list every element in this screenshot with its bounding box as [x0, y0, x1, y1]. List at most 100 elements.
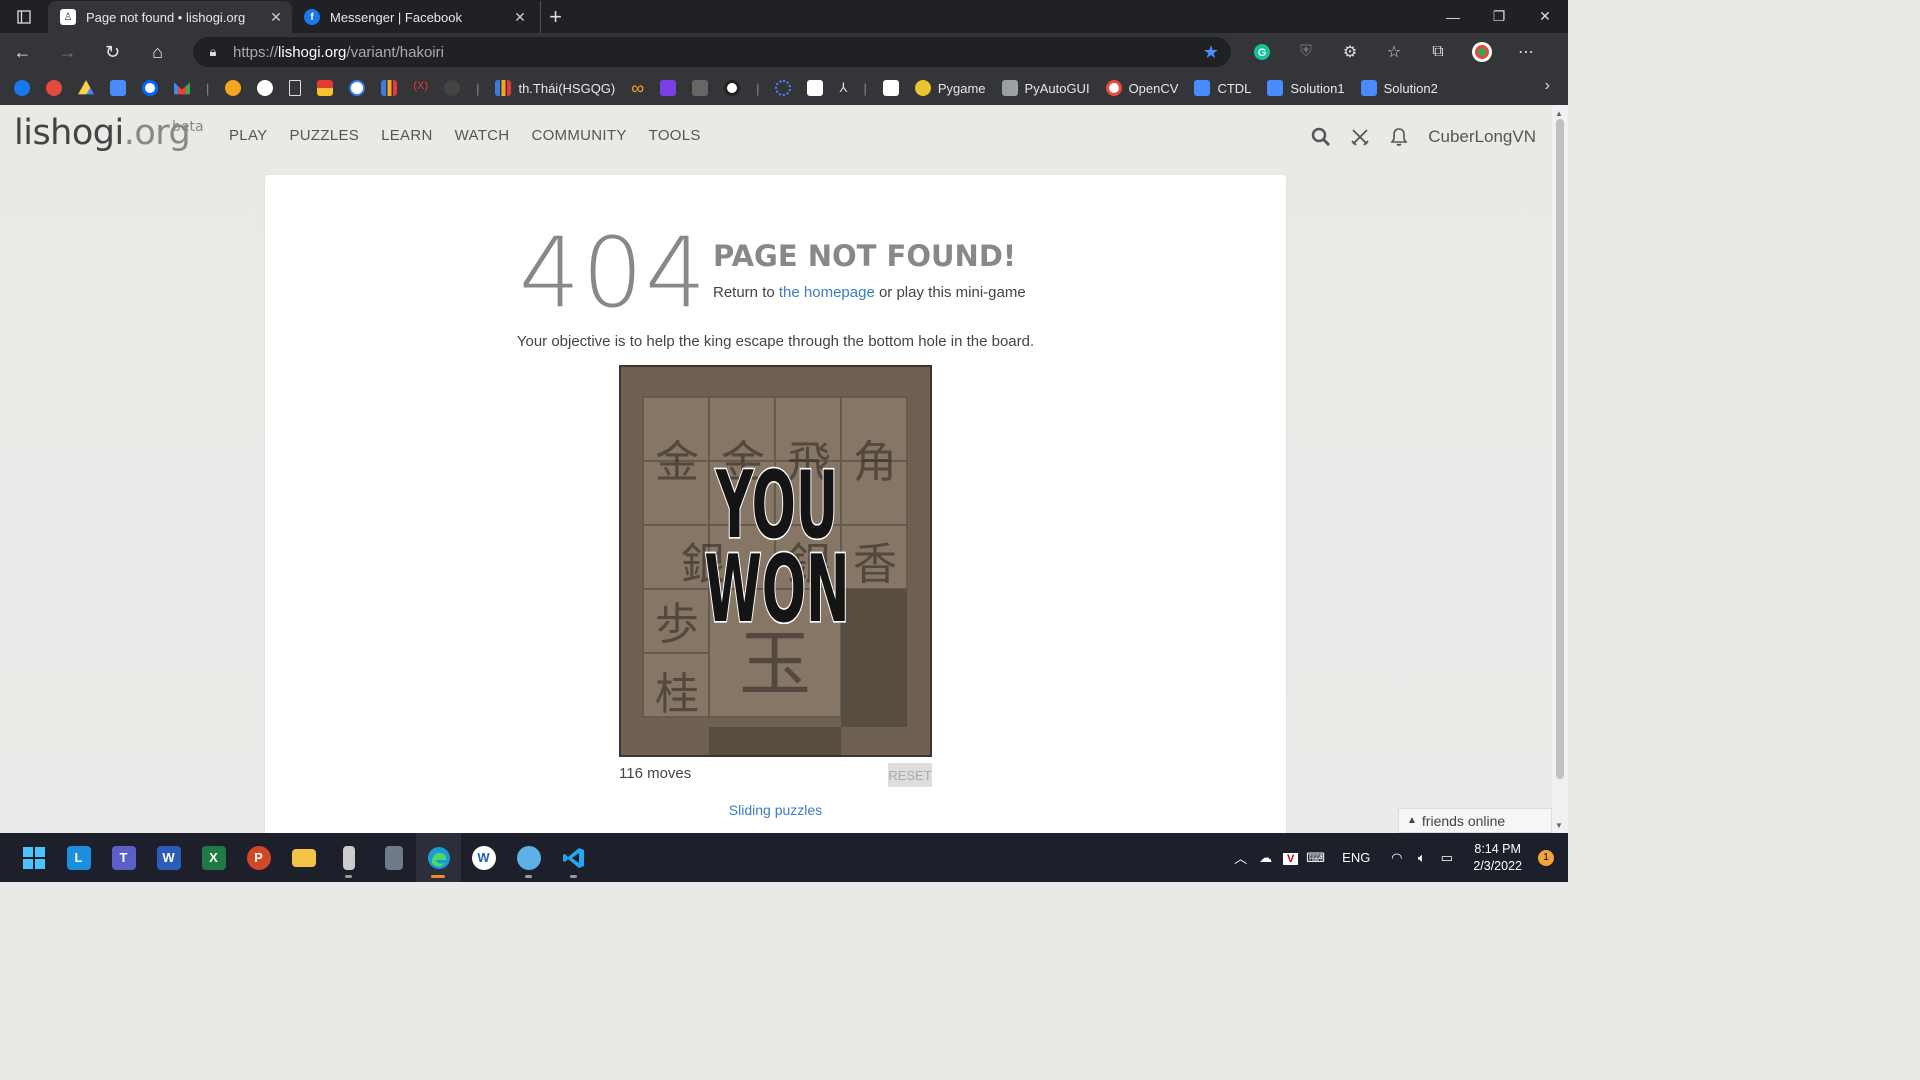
bookmark-pygame[interactable]: Pygame — [914, 73, 986, 103]
close-tab-icon[interactable]: ✕ — [512, 9, 528, 26]
bookmark-11[interactable] — [349, 73, 366, 103]
scroll-up-icon[interactable]: ▲ — [1555, 109, 1563, 118]
notification-badge[interactable]: 1 — [1538, 849, 1554, 866]
bookmark-12[interactable] — [381, 73, 398, 103]
chevron-right-icon[interactable]: › — [1545, 77, 1550, 95]
page-scrollbar[interactable]: ▲ ▼ — [1552, 105, 1568, 833]
tab-messenger[interactable]: f Messenger | Facebook ✕ — [292, 1, 536, 33]
bookmark-9[interactable] — [289, 73, 302, 103]
username-link[interactable]: CuberLongVN — [1428, 127, 1536, 147]
bookmark-7[interactable] — [225, 73, 242, 103]
bookmark-drive[interactable] — [78, 73, 94, 103]
new-tab-button[interactable]: + — [540, 1, 570, 33]
address-bar[interactable]: 🔒︎ https://lishogi.org/variant/hakoiri ★ — [193, 37, 1231, 67]
nav-learn[interactable]: LEARN — [381, 127, 433, 144]
url-text[interactable]: https://lishogi.org/variant/hakoiri — [233, 44, 444, 61]
bookmark-23[interactable] — [882, 73, 899, 103]
bookmark-solution1[interactable]: Solution1 — [1267, 73, 1345, 103]
start-windows-icon[interactable] — [11, 833, 56, 882]
profile-avatar-icon[interactable] — [1460, 33, 1504, 71]
notification-bell-icon[interactable] — [1379, 123, 1418, 151]
clock[interactable]: 8:14 PM 2/3/2022 — [1473, 841, 1522, 875]
bookmark-19[interactable] — [724, 73, 741, 103]
battery-icon[interactable]: ▭ — [1434, 850, 1459, 866]
calculator-icon[interactable] — [371, 833, 416, 882]
keyboard-icon[interactable]: ⌨ — [1303, 850, 1328, 866]
bookmark-20[interactable] — [775, 73, 792, 103]
search-icon[interactable] — [1301, 123, 1340, 151]
bookmark-2[interactable] — [46, 73, 62, 103]
onedrive-cloud-icon[interactable]: ☁ — [1253, 850, 1278, 866]
settings-more-icon[interactable]: ⋯ — [1504, 33, 1548, 71]
bookmark-pyautogui[interactable]: PyAutoGUI — [1001, 73, 1090, 103]
grammarly-icon[interactable]: G — [1240, 33, 1284, 71]
chevron-up-icon[interactable]: ︿ — [1228, 848, 1253, 867]
bookmark-opencv[interactable]: OpenCV — [1105, 73, 1178, 103]
hakoiri-board[interactable]: 金 金 飛 角 銀 銀 香 歩 玉 桂 YOU WON — [619, 365, 932, 757]
bookmark-facebook[interactable] — [14, 73, 30, 103]
bookmark-17[interactable] — [660, 73, 677, 103]
tab-actions-icon[interactable] — [0, 0, 48, 33]
edge-browser-icon[interactable] — [416, 833, 461, 882]
lock-icon[interactable]: 🔒︎ — [193, 44, 233, 60]
bookmark-18[interactable] — [692, 73, 709, 103]
teams-icon[interactable]: T — [101, 833, 146, 882]
powerpoint-icon[interactable]: P — [236, 833, 281, 882]
pygame-icon — [914, 80, 931, 96]
scroll-down-icon[interactable]: ▼ — [1555, 821, 1563, 830]
nav-play[interactable]: PLAY — [229, 127, 267, 144]
favorite-star-icon[interactable]: ★ — [1203, 42, 1219, 63]
bookmark-21[interactable] — [807, 73, 824, 103]
taskbar-app-l-icon[interactable]: L — [56, 833, 101, 882]
file-explorer-icon[interactable] — [281, 833, 326, 882]
paint-icon[interactable] — [506, 833, 551, 882]
bookmark-10[interactable] — [317, 73, 334, 103]
homepage-link[interactable]: the homepage — [779, 284, 875, 301]
tracking-prevention-icon[interactable]: ⛨ — [1284, 33, 1328, 71]
home-icon[interactable]: ⌂ — [135, 33, 180, 71]
site-logo[interactable]: lishogi.org beta — [14, 113, 204, 153]
reset-button[interactable]: RESET — [888, 763, 932, 787]
word-icon[interactable]: W — [146, 833, 191, 882]
taskbar-app-w-icon[interactable]: W — [461, 833, 506, 882]
vscode-icon[interactable] — [551, 833, 596, 882]
bookmark-thai[interactable]: th.Thái(HSGQG) — [495, 73, 615, 103]
bookmark-22[interactable]: ⅄ — [839, 73, 847, 103]
nav-community[interactable]: COMMUNITY — [531, 127, 626, 144]
collections-icon[interactable]: ⧉ — [1416, 33, 1460, 71]
restore-icon[interactable]: ❐ — [1476, 0, 1522, 33]
wifi-icon[interactable]: ◠ — [1384, 850, 1409, 866]
bookmark-13[interactable]: (X) — [413, 73, 428, 103]
minimize-icon[interactable]: — — [1430, 0, 1476, 33]
close-window-icon[interactable]: ✕ — [1522, 0, 1568, 33]
lightning-icon — [660, 80, 677, 96]
tab-lishogi[interactable]: ♙ Page not found • lishogi.org ✕ — [48, 1, 292, 33]
bookmark-14[interactable] — [444, 73, 461, 103]
vietkey-icon[interactable]: V — [1278, 850, 1303, 865]
forward-icon[interactable]: → — [45, 33, 90, 71]
bookmark-solution2[interactable]: Solution2 — [1360, 73, 1438, 103]
bookmark-gmail[interactable] — [174, 73, 190, 103]
bookmark-icon — [724, 80, 741, 96]
bookmark-16[interactable]: ∞ — [631, 73, 644, 103]
favorites-icon[interactable]: ☆ — [1372, 33, 1416, 71]
challenge-swords-icon[interactable] — [1340, 123, 1379, 151]
usb-app-icon[interactable] — [326, 833, 371, 882]
language-indicator[interactable]: ENG — [1342, 850, 1370, 865]
volume-icon[interactable]: 🔈︎ — [1409, 850, 1434, 866]
bookmark-8[interactable] — [257, 73, 274, 103]
extensions-icon[interactable]: ⚙ — [1328, 33, 1372, 71]
sliding-puzzles-link[interactable]: Sliding puzzles — [265, 802, 1286, 818]
nav-watch[interactable]: WATCH — [455, 127, 510, 144]
nav-tools[interactable]: TOOLS — [649, 127, 701, 144]
bookmark-4[interactable] — [110, 73, 126, 103]
bookmark-zalo[interactable] — [142, 73, 158, 103]
refresh-icon[interactable]: ↻ — [90, 33, 135, 71]
scroll-thumb[interactable] — [1556, 119, 1564, 779]
close-tab-icon[interactable]: ✕ — [268, 9, 284, 26]
friends-online-box[interactable]: ▲ friends online — [1398, 808, 1552, 833]
excel-icon[interactable]: X — [191, 833, 236, 882]
bookmark-ctdl[interactable]: CTDL — [1194, 73, 1251, 103]
nav-puzzles[interactable]: PUZZLES — [289, 127, 359, 144]
back-icon[interactable]: ← — [0, 33, 45, 71]
